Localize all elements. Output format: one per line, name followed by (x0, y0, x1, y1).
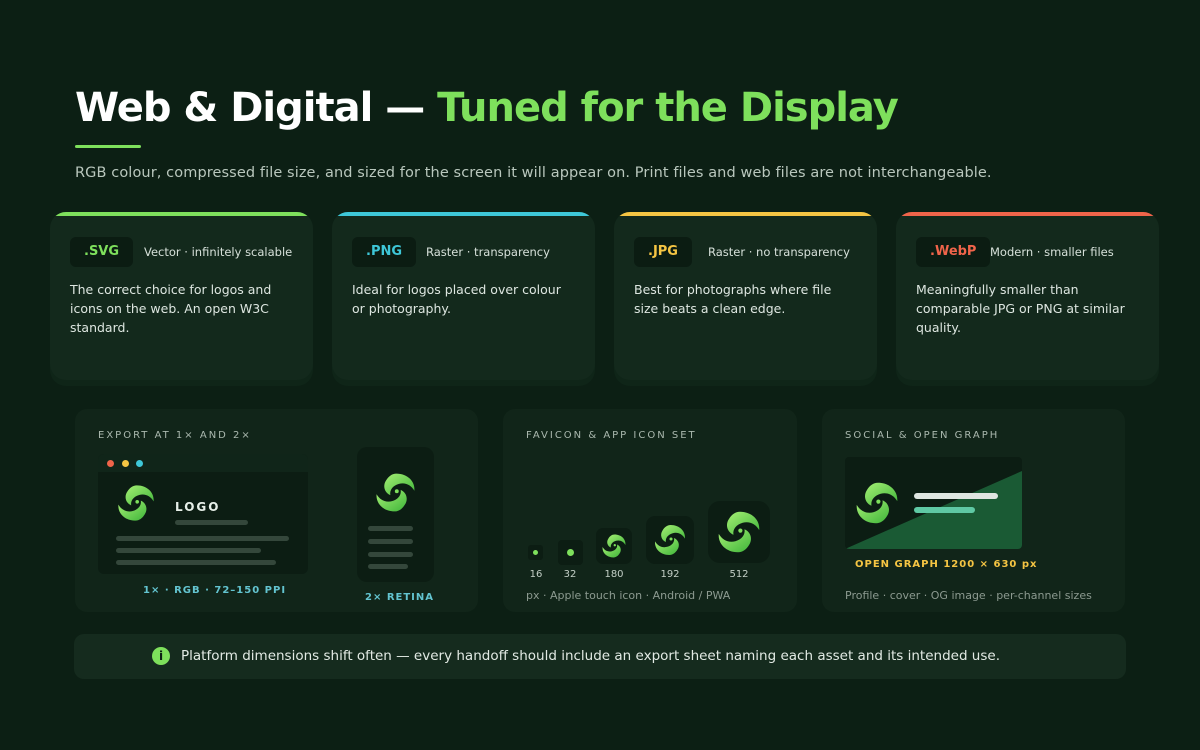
skeleton-line (368, 564, 408, 569)
logo-mark-icon (653, 523, 687, 557)
favicon-32 (558, 540, 583, 565)
app-icon-192 (646, 516, 694, 564)
card-accent-bar (332, 212, 595, 216)
favicon-dot (567, 549, 574, 556)
skeleton-line (116, 548, 261, 553)
info-text: Platform dimensions shift often — every … (181, 648, 1000, 664)
social-panel: SOCIAL & OPEN GRAPH OPEN GRAPH 1200 × 63… (822, 409, 1125, 612)
format-body: Ideal for logos placed over colour or ph… (352, 282, 561, 316)
skeleton-line (368, 552, 413, 557)
title-part-2: Tuned for the Display (437, 85, 899, 131)
export-panel: EXPORT AT 1× AND 2× LOGO 1× · RGB · 72–1… (75, 409, 478, 612)
format-card-png: .PNG Raster · transparency Ideal for log… (332, 212, 595, 380)
og-subtitle-line (914, 507, 975, 513)
skeleton-line (368, 526, 413, 531)
phone-mockup (357, 447, 434, 582)
logo-mark-icon (854, 480, 900, 526)
format-card-svg: .SVG Vector · infinitely scalable The co… (50, 212, 313, 380)
format-badge: .PNG (352, 237, 417, 267)
title-underline (75, 145, 141, 148)
window-dot-red (107, 460, 114, 467)
format-badge: .WebP (916, 237, 991, 267)
favicon-16 (528, 545, 543, 560)
window-dot-yellow (122, 460, 129, 467)
logo-mark-icon (116, 483, 156, 523)
skeleton-line (368, 539, 413, 544)
format-desc: Modern · smaller files (990, 245, 1114, 259)
skeleton-line (116, 560, 276, 565)
info-bar: i Platform dimensions shift often — ever… (74, 634, 1126, 679)
retina-caption: 2× RETINA (365, 592, 434, 603)
favicon-panel: FAVICON & APP ICON SET 16 32 180 192 512… (503, 409, 797, 612)
format-card-jpg: .JPG Raster · no transparency Best for p… (614, 212, 877, 380)
desktop-browser-mockup: LOGO (98, 454, 308, 574)
open-graph-card (845, 457, 1022, 549)
favicon-caption: px · Apple touch icon · Android / PWA (526, 589, 731, 602)
og-caption: OPEN GRAPH 1200 × 630 px (855, 559, 1038, 570)
favicon-dot (533, 550, 538, 555)
format-badge: .JPG (634, 237, 692, 267)
logo-mark-icon (601, 533, 627, 559)
format-body: The correct choice for logos and icons o… (70, 282, 272, 335)
page-title: Web & Digital — Tuned for the Display (75, 82, 899, 134)
page-subtitle: RGB colour, compressed file size, and si… (75, 165, 992, 181)
window-dot-cyan (136, 460, 143, 467)
format-badge: .SVG (70, 237, 134, 267)
card-accent-bar (614, 212, 877, 216)
card-accent-bar (50, 212, 313, 216)
browser-topbar (98, 454, 308, 472)
app-icon-180 (596, 528, 632, 564)
format-card-webp: .WebP Modern · smaller files Meaningfull… (896, 212, 1159, 380)
card-accent-bar (896, 212, 1159, 216)
format-desc: Vector · infinitely scalable (144, 245, 293, 259)
size-label-192: 192 (660, 569, 680, 580)
logo-mark-icon (374, 471, 417, 514)
title-part-1: Web & Digital — (75, 85, 425, 131)
format-body: Meaningfully smaller than comparable JPG… (916, 282, 1125, 335)
format-body: Best for photographs where file size bea… (634, 282, 832, 316)
panel-label: SOCIAL & OPEN GRAPH (845, 430, 1000, 441)
logo-text: LOGO (175, 500, 221, 514)
panel-label: EXPORT AT 1× AND 2× (98, 430, 252, 441)
format-desc: Raster · no transparency (708, 245, 850, 259)
social-caption: Profile · cover · OG image · per-channel… (845, 589, 1092, 602)
logo-mark-icon (716, 509, 762, 555)
size-label-32: 32 (563, 569, 577, 580)
desktop-caption: 1× · RGB · 72–150 PPI (143, 585, 287, 596)
skeleton-line (116, 536, 289, 541)
app-icon-512 (708, 501, 770, 563)
size-label-180: 180 (604, 569, 624, 580)
size-label-512: 512 (729, 569, 749, 580)
og-title-line (914, 493, 998, 499)
skeleton-line (175, 520, 248, 525)
format-desc: Raster · transparency (426, 245, 550, 259)
panel-label: FAVICON & APP ICON SET (526, 430, 697, 441)
info-icon: i (152, 647, 170, 665)
